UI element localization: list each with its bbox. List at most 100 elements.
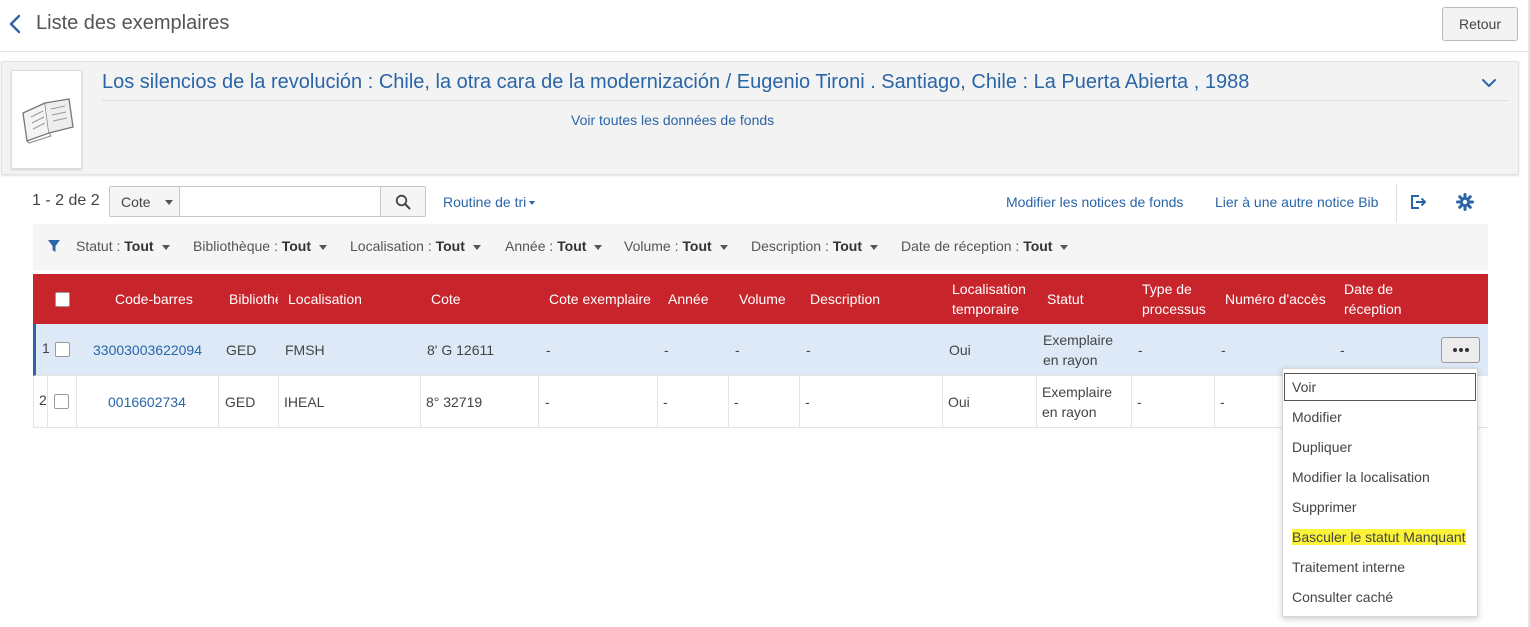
row-divider bbox=[538, 376, 539, 428]
search-button[interactable] bbox=[380, 187, 425, 216]
sort-routine-label: Routine de tri bbox=[443, 194, 527, 210]
status-cell: Exemplaire en rayon bbox=[1042, 384, 1113, 420]
search-scope-dropdown[interactable]: Cote bbox=[110, 187, 180, 216]
call-number-cell: 8' G 12611 bbox=[427, 342, 495, 358]
row-divider bbox=[420, 376, 421, 428]
filter-value: Tout bbox=[832, 238, 862, 254]
row-number: 2 bbox=[39, 392, 47, 408]
row-number: 1 bbox=[42, 340, 50, 356]
menu-item-delete[interactable]: Supprimer bbox=[1283, 492, 1477, 522]
row-divider bbox=[728, 376, 729, 428]
column-header[interactable]: Type de processus bbox=[1142, 274, 1217, 324]
back-button[interactable]: Retour bbox=[1442, 7, 1518, 41]
filter-label: Description : bbox=[751, 238, 829, 254]
menu-item-toggle-missing[interactable]: Basculer le statut Manquant bbox=[1283, 522, 1477, 552]
volume-cell: - bbox=[734, 394, 739, 410]
access-number-cell: - bbox=[1220, 394, 1225, 410]
row-checkbox[interactable] bbox=[54, 394, 69, 409]
row-divider bbox=[33, 376, 34, 428]
view-holdings-link[interactable]: Voir toutes les données de fonds bbox=[571, 112, 774, 128]
item-call-number-cell: - bbox=[545, 394, 550, 410]
column-header[interactable]: Date de réception bbox=[1344, 274, 1414, 324]
filter-label: Localisation : bbox=[350, 238, 432, 254]
column-header[interactable]: Code-barres bbox=[115, 274, 193, 324]
export-icon[interactable] bbox=[1408, 192, 1428, 212]
column-header[interactable]: Cote bbox=[431, 274, 461, 324]
chevron-down-icon[interactable] bbox=[1480, 74, 1498, 92]
row-divider bbox=[218, 376, 219, 428]
filter-receipt-date[interactable]: Date de réception : Tout bbox=[901, 238, 1069, 254]
row-divider bbox=[76, 376, 77, 428]
caret-down-icon bbox=[594, 244, 603, 250]
filter-value: Tout bbox=[435, 238, 465, 254]
filter-icon bbox=[48, 240, 60, 252]
table-row[interactable]: 1 33003003622094 GED FMSH 8' G 12611 - -… bbox=[33, 324, 1488, 376]
barcode-link[interactable]: 33003003622094 bbox=[93, 324, 202, 376]
filter-library[interactable]: Bibliothèque : Tout bbox=[193, 238, 328, 254]
barcode-link[interactable]: 0016602734 bbox=[108, 376, 186, 428]
row-divider bbox=[1214, 376, 1215, 428]
temp-location-cell: Oui bbox=[949, 342, 971, 358]
column-header[interactable]: Cote exemplaire bbox=[549, 274, 651, 324]
chevron-left-icon[interactable] bbox=[6, 12, 26, 36]
column-header[interactable]: Année bbox=[668, 274, 708, 324]
ellipsis-icon bbox=[1464, 348, 1469, 352]
access-number-cell: - bbox=[1221, 342, 1226, 358]
menu-item-work-order[interactable]: Traitement interne bbox=[1283, 552, 1477, 582]
sort-routine-dropdown[interactable]: Routine de tri bbox=[443, 194, 536, 210]
row-checkbox[interactable] bbox=[55, 342, 70, 357]
filter-value: Tout bbox=[124, 238, 154, 254]
filter-volume[interactable]: Volume : Tout bbox=[624, 238, 728, 254]
row-divider bbox=[799, 376, 800, 428]
column-header[interactable]: Statut bbox=[1047, 274, 1084, 324]
menu-item-label: Basculer le statut Manquant bbox=[1292, 529, 1466, 545]
filter-year[interactable]: Année : Tout bbox=[505, 238, 603, 254]
filter-label: Bibliothèque : bbox=[193, 238, 278, 254]
ellipsis-icon bbox=[1452, 348, 1457, 352]
column-header[interactable]: Numéro d'accès bbox=[1225, 274, 1326, 324]
row-divider bbox=[47, 376, 48, 428]
bib-title[interactable]: Los silencios de la revolución : Chile, … bbox=[102, 71, 1249, 94]
select-all-checkbox[interactable] bbox=[55, 292, 70, 307]
column-header[interactable]: Volume bbox=[739, 274, 786, 324]
filter-status[interactable]: Statut : Tout bbox=[76, 238, 170, 254]
year-cell: - bbox=[663, 394, 668, 410]
column-header[interactable]: Description bbox=[810, 274, 880, 324]
column-header[interactable]: Bibliothèque bbox=[229, 274, 278, 324]
edit-holdings-link[interactable]: Modifier les notices de fonds bbox=[1006, 194, 1183, 210]
caret-down-icon bbox=[165, 200, 173, 205]
search-input[interactable] bbox=[180, 187, 380, 216]
table-header: Code-barres Bibliothèque Localisation Co… bbox=[33, 274, 1488, 324]
menu-item-view-suppressed[interactable]: Consulter caché bbox=[1283, 582, 1477, 612]
column-header[interactable]: Localisation temporaire bbox=[952, 274, 1034, 324]
filter-value: Tout bbox=[1023, 238, 1053, 254]
temp-location-cell: Oui bbox=[948, 394, 970, 410]
menu-item-edit[interactable]: Modifier bbox=[1283, 402, 1477, 432]
row-actions-button[interactable] bbox=[1441, 337, 1480, 363]
call-number-cell: 8° 32719 bbox=[426, 394, 483, 410]
column-header[interactable]: Localisation bbox=[288, 274, 362, 324]
gear-icon[interactable] bbox=[1455, 192, 1475, 212]
caret-down-icon bbox=[161, 244, 170, 250]
row-divider bbox=[942, 376, 943, 428]
relink-bib-link[interactable]: Lier à une autre notice Bib bbox=[1215, 194, 1378, 210]
caret-down-icon bbox=[719, 244, 728, 250]
row-divider bbox=[278, 376, 279, 428]
process-type-cell: - bbox=[1137, 394, 1142, 410]
table-row[interactable]: 2 0016602734 GED IHEAL 8° 32719 - - - - … bbox=[33, 376, 1488, 428]
filter-location[interactable]: Localisation : Tout bbox=[350, 238, 481, 254]
ellipsis-icon bbox=[1458, 348, 1463, 352]
toolbar-divider bbox=[1396, 184, 1397, 222]
menu-item-view[interactable]: Voir bbox=[1283, 372, 1477, 402]
filter-label: Statut : bbox=[76, 238, 121, 254]
description-cell: - bbox=[805, 394, 810, 410]
library-cell: GED bbox=[225, 394, 256, 410]
search-bar: Cote bbox=[109, 186, 426, 217]
menu-item-change-location[interactable]: Modifier la localisation bbox=[1283, 462, 1477, 492]
row-divider bbox=[657, 376, 658, 428]
caret-down-icon bbox=[319, 244, 328, 250]
menu-item-duplicate[interactable]: Dupliquer bbox=[1283, 432, 1477, 462]
filter-value: Tout bbox=[281, 238, 312, 254]
filter-description[interactable]: Description : Tout bbox=[751, 238, 878, 254]
location-cell: FMSH bbox=[285, 342, 325, 358]
